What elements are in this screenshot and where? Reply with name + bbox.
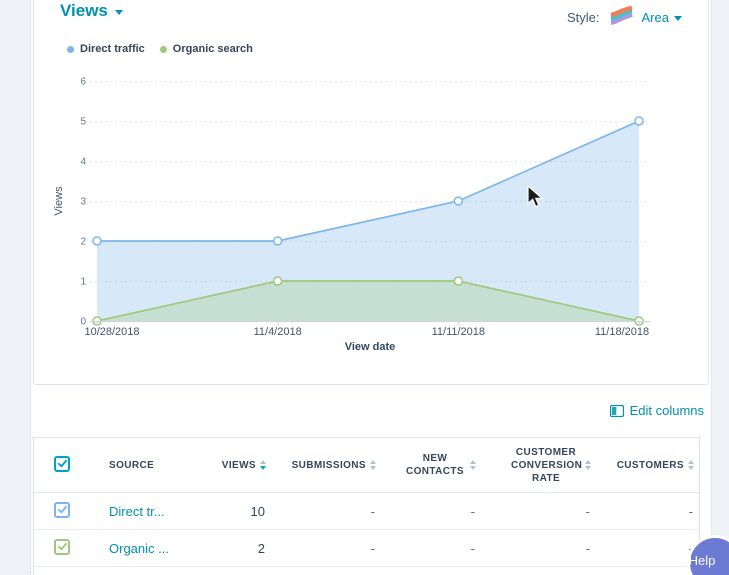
sources-table: SOURCE VIEWS SUBMISSIONS NEW CONTACTS CU… (33, 437, 700, 575)
sort-icon (688, 460, 694, 470)
style-dropdown[interactable]: Area (642, 10, 682, 25)
legend-item-organic-search[interactable]: Organic search (160, 43, 253, 55)
svg-text:11/4/2018: 11/4/2018 (254, 326, 302, 338)
sort-icon (470, 460, 476, 470)
legend-item-direct-traffic[interactable]: Direct traffic (67, 43, 145, 55)
svg-text:4: 4 (80, 157, 86, 168)
chevron-down-icon (115, 10, 123, 15)
svg-text:3: 3 (80, 197, 86, 208)
column-header-new-contacts[interactable]: NEW CONTACTS (381, 452, 481, 478)
column-header-source[interactable]: SOURCE (91, 459, 184, 472)
sort-icon (585, 460, 591, 470)
svg-text:11/11/2018: 11/11/2018 (432, 326, 485, 338)
sort-icon (370, 460, 376, 470)
svg-text:5: 5 (80, 117, 86, 128)
customers-value: - (596, 541, 699, 556)
svg-text:11/18/2018: 11/18/2018 (595, 326, 649, 338)
table-row: Organic ... 2 - - - - (34, 530, 699, 567)
column-header-submissions[interactable]: SUBMISSIONS (271, 459, 381, 472)
views-value: 10 (184, 504, 271, 519)
views-area-chart[interactable]: 10/28/2018 11/4/2018 11/11/2018 11/18/2018 0… (33, 60, 709, 372)
series-dot-icon (67, 46, 74, 53)
customer-conversion-rate-value: - (481, 541, 596, 556)
svg-text:2: 2 (80, 237, 86, 248)
analytics-page: Views Style: Area Direct traffic Organic… (0, 0, 729, 575)
area-chart-style-icon (608, 5, 634, 30)
row-checkbox[interactable] (54, 502, 70, 518)
chevron-down-icon (674, 16, 682, 21)
row-checkbox[interactable] (54, 539, 70, 555)
views-value: 2 (184, 541, 271, 556)
select-all-checkbox[interactable] (54, 456, 70, 472)
svg-text:6: 6 (80, 77, 86, 88)
svg-text:0: 0 (80, 317, 86, 328)
source-link[interactable]: Organic ... (91, 541, 184, 556)
table-header-row: SOURCE VIEWS SUBMISSIONS NEW CONTACTS CU… (34, 438, 699, 493)
source-link[interactable]: Direct tr... (91, 504, 184, 519)
svg-text:1: 1 (80, 277, 86, 288)
select-all-cell (34, 456, 91, 475)
svg-text:10/28/2018: 10/28/2018 (84, 326, 139, 338)
series-dot-icon (160, 46, 167, 53)
submissions-value: - (271, 541, 381, 556)
customers-value: - (596, 504, 699, 519)
style-label: Style: (567, 10, 600, 25)
page-title: Views (60, 1, 108, 21)
new-contacts-value: - (381, 504, 481, 519)
sort-icon (260, 460, 266, 470)
table-row: Direct tr... 10 - - - - (34, 493, 699, 530)
edit-columns-link[interactable]: Edit columns (610, 403, 704, 418)
columns-icon (610, 405, 624, 417)
svg-text:View date: View date (345, 341, 396, 353)
chart-style-control: Style: Area (567, 5, 682, 30)
customer-conversion-rate-value: - (481, 504, 596, 519)
chart-legend: Direct traffic Organic search (67, 43, 253, 55)
svg-text:Views: Views (53, 186, 65, 216)
column-header-views[interactable]: VIEWS (184, 459, 271, 472)
column-header-customer-conversion-rate[interactable]: CUSTOMER CONVERSION RATE (481, 446, 596, 485)
new-contacts-value: - (381, 541, 481, 556)
column-header-customers[interactable]: CUSTOMERS (596, 459, 699, 472)
views-metric-dropdown[interactable]: Views (60, 1, 123, 21)
submissions-value: - (271, 504, 381, 519)
